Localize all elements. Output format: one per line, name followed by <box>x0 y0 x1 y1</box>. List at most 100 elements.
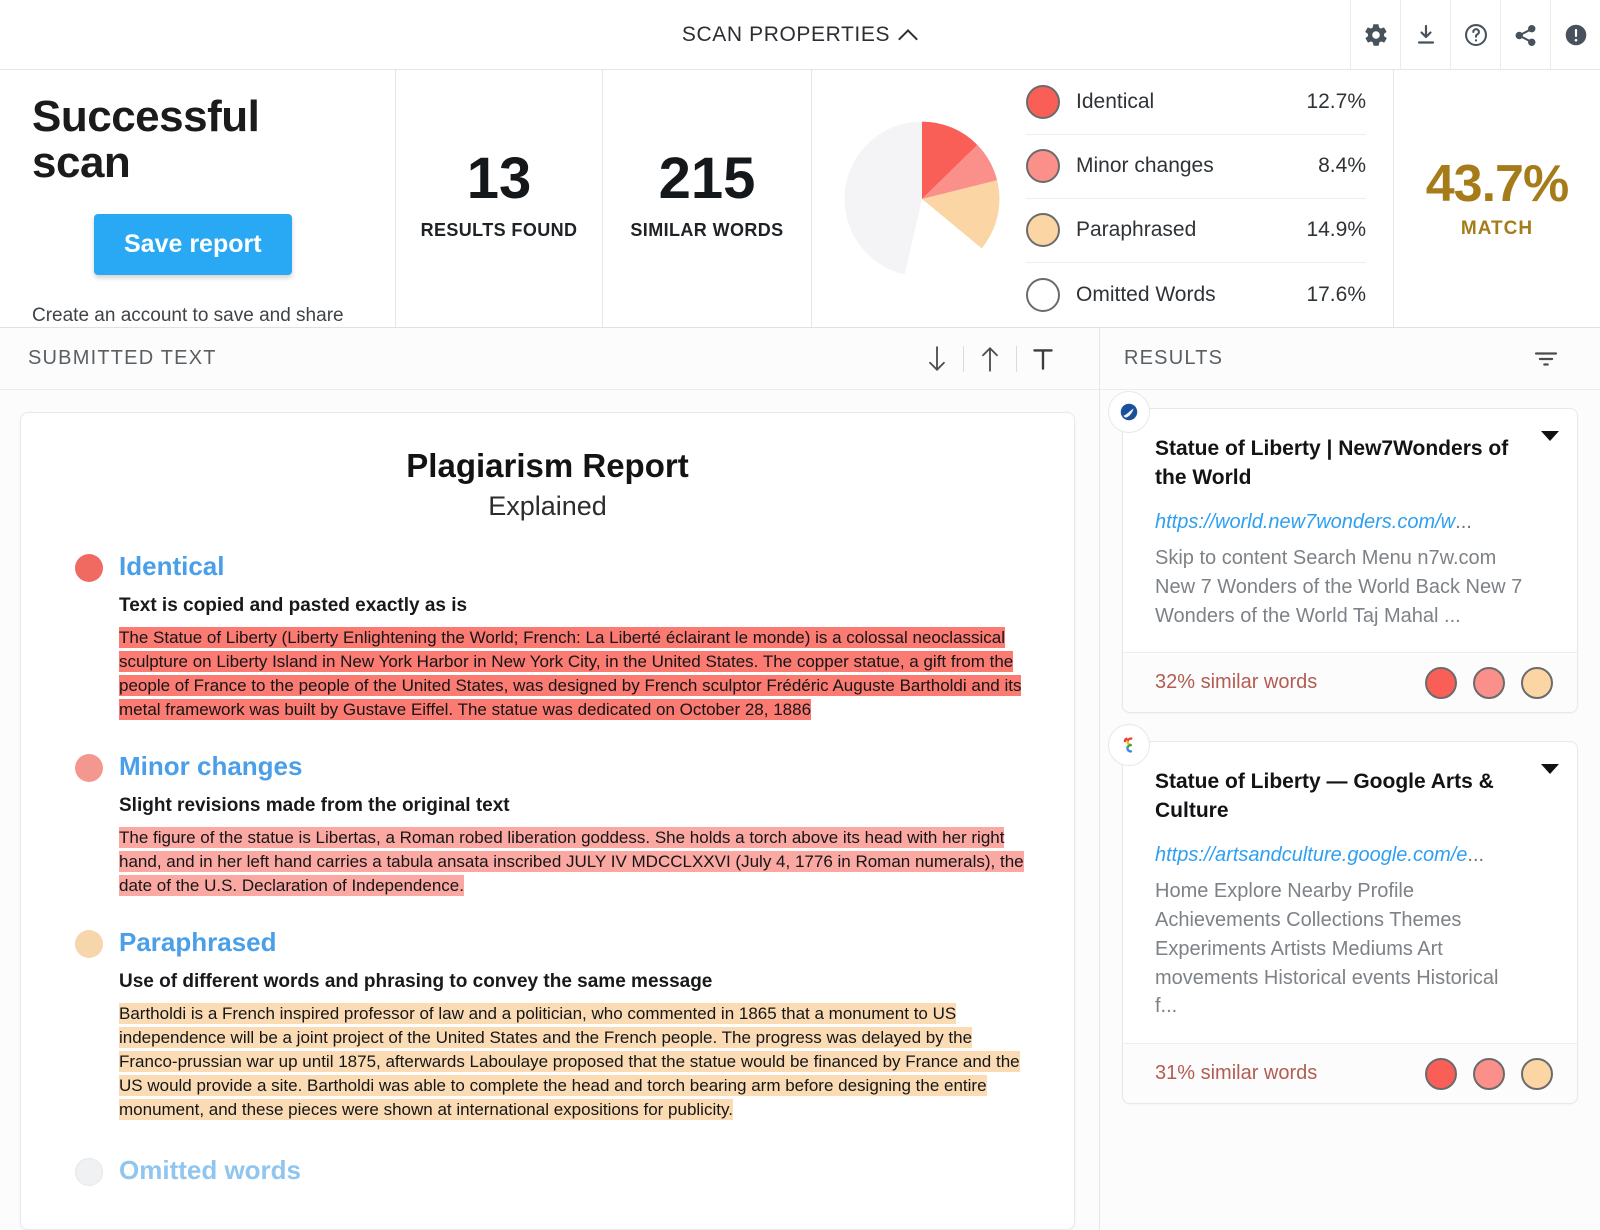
result-similarity: 32% similar words <box>1155 671 1318 694</box>
result-url[interactable]: https://world.new7wonders.com/w... <box>1155 510 1525 534</box>
result-dot-identical <box>1425 666 1457 699</box>
result-category-dots <box>1425 666 1553 699</box>
arrow-down-icon[interactable] <box>911 338 963 380</box>
arrow-up-icon[interactable] <box>964 338 1016 380</box>
create-account-note: Create an account to save and share <box>32 305 344 327</box>
section-body-identical: The Statue of Liberty (Liberty Enlighten… <box>119 626 1024 723</box>
section-paraphrased: Paraphrased Use of different words and p… <box>71 928 1024 1122</box>
save-report-button[interactable]: Save report <box>94 214 292 276</box>
section-heading-paraphrased: Paraphrased <box>119 927 277 958</box>
submitted-text-pane: SUBMITTED TEXT Plagiarism Report Explain… <box>0 328 1100 1230</box>
section-dot-minor-changes <box>75 754 103 783</box>
breakdown-chart-cell: Identical 12.7% Minor changes 8.4% Parap… <box>812 70 1394 327</box>
legend-item-paraphrased[interactable]: Paraphrased 14.9% <box>1026 199 1366 263</box>
document-scroll-region[interactable]: Plagiarism Report Explained Identical Te… <box>0 390 1099 1230</box>
section-omitted-words: Omitted words <box>71 1155 1024 1187</box>
result-url-text: https://artsandculture.google.com/e <box>1155 844 1468 867</box>
result-category-dots <box>1425 1057 1553 1090</box>
legend-label-minor-changes: Minor changes <box>1076 154 1214 177</box>
topbar-icon-group <box>1350 0 1600 70</box>
result-url-ellipsis: ... <box>1455 510 1472 533</box>
legend-label-paraphrased: Paraphrased <box>1076 218 1197 241</box>
results-found-label: RESULTS FOUND <box>420 220 578 240</box>
result-snippet: Home Explore Nearby Profile Achievements… <box>1155 880 1499 1018</box>
expand-caret-icon[interactable] <box>1541 431 1559 441</box>
scan-summary: Successful scan Save report Create an ac… <box>0 70 1600 328</box>
section-identical: Identical Text is copied and pasted exac… <box>71 552 1024 722</box>
section-heading-omitted-words: Omitted words <box>119 1155 302 1186</box>
similar-words-value: 215 <box>658 146 756 211</box>
legend-value-omitted-words: 17.6% <box>1306 282 1366 306</box>
info-circle-icon[interactable] <box>1550 0 1600 70</box>
legend-item-omitted-words[interactable]: Omitted Words 17.6% <box>1026 263 1366 327</box>
result-card-footer: 31% similar words <box>1123 1043 1577 1104</box>
similar-words-cell: 215 SIMILAR WORDS <box>603 70 812 327</box>
help-circle-icon[interactable] <box>1450 0 1500 70</box>
chart-legend: Identical 12.7% Minor changes 8.4% Parap… <box>1026 71 1366 327</box>
section-description-paraphrased: Use of different words and phrasing to c… <box>119 970 713 992</box>
results-header: RESULTS <box>1100 328 1600 390</box>
legend-value-minor-changes: 8.4% <box>1318 154 1366 177</box>
scan-properties-bar: SCAN PROPERTIES <box>0 0 1600 70</box>
result-title[interactable]: Statue of Liberty | New7Wonders of the W… <box>1155 435 1525 493</box>
result-card[interactable]: Statue of Liberty | New7Wonders of the W… <box>1108 391 1578 714</box>
result-snippet: Skip to content Search Menu n7w.com New … <box>1155 546 1523 627</box>
share-icon[interactable] <box>1500 0 1550 70</box>
section-heading-minor-changes: Minor changes <box>119 751 303 782</box>
submitted-text-toolbar <box>911 338 1069 380</box>
highlighted-text-identical: The Statue of Liberty (Liberty Enlighten… <box>119 626 1022 720</box>
new7wonders-globe-icon <box>1108 391 1150 433</box>
pie-chart-svg <box>844 121 1000 276</box>
section-heading-identical: Identical <box>119 551 225 581</box>
scan-properties-label: SCAN PROPERTIES <box>681 22 891 46</box>
legend-value-identical: 12.7% <box>1306 90 1366 113</box>
results-title: RESULTS <box>1124 347 1224 369</box>
document-subtitle: Explained <box>488 491 607 521</box>
result-similarity: 31% similar words <box>1155 1062 1318 1085</box>
legend-value-paraphrased: 14.9% <box>1306 218 1366 241</box>
result-url-text: https://world.new7wonders.com/w <box>1155 510 1456 533</box>
result-title[interactable]: Statue of Liberty — Google Arts & Cultur… <box>1155 768 1525 826</box>
download-icon[interactable] <box>1400 0 1450 70</box>
legend-label-identical: Identical <box>1076 90 1155 113</box>
result-dot-paraphrased <box>1521 666 1553 699</box>
section-body-minor-changes: The figure of the statue is Libertas, a … <box>119 826 1024 898</box>
total-match-value: 43.7% <box>1425 154 1569 213</box>
result-url-ellipsis: ... <box>1467 844 1485 867</box>
filter-icon[interactable] <box>1520 338 1572 380</box>
legend-dot-minor-changes <box>1026 149 1060 183</box>
result-dot-identical <box>1425 1057 1457 1090</box>
legend-label-omitted-words: Omitted Words <box>1076 282 1216 306</box>
result-card[interactable]: Statue of Liberty — Google Arts & Cultur… <box>1108 724 1578 1105</box>
main-area: SUBMITTED TEXT Plagiarism Report Explain… <box>0 328 1600 1230</box>
section-body-paraphrased: Bartholdi is a French inspired professor… <box>119 1002 1024 1123</box>
total-match-label: MATCH <box>1460 217 1534 239</box>
scan-status-title: Successful scan <box>32 92 260 188</box>
legend-item-minor-changes[interactable]: Minor changes 8.4% <box>1026 135 1366 199</box>
results-list[interactable]: Statue of Liberty | New7Wonders of the W… <box>1100 390 1600 1230</box>
document-title: Plagiarism Report <box>406 447 689 484</box>
result-card-body: Statue of Liberty | New7Wonders of the W… <box>1123 409 1577 652</box>
results-pane: RESULTS Statue of Liberty | New7Wonders … <box>1100 328 1600 1230</box>
legend-dot-identical <box>1026 85 1060 119</box>
total-match-cell: 43.7% MATCH <box>1394 70 1600 327</box>
scan-status-cell: Successful scan Save report Create an ac… <box>0 70 396 327</box>
section-dot-paraphrased <box>75 930 103 959</box>
expand-caret-icon[interactable] <box>1541 764 1559 775</box>
scan-properties-toggle[interactable]: SCAN PROPERTIES <box>682 23 918 47</box>
legend-item-identical[interactable]: Identical 12.7% <box>1026 71 1366 135</box>
chevron-up-icon[interactable] <box>900 26 918 44</box>
results-found-cell: 13 RESULTS FOUND <box>396 70 603 327</box>
submitted-text-header: SUBMITTED TEXT <box>0 328 1099 390</box>
section-description-identical: Text is copied and pasted exactly as is <box>119 594 468 616</box>
text-format-icon[interactable] <box>1017 338 1069 380</box>
document-card: Plagiarism Report Explained Identical Te… <box>20 412 1075 1230</box>
highlighted-text-paraphrased: Bartholdi is a French inspired professor… <box>119 1002 1020 1121</box>
result-dot-minor-changes <box>1473 666 1505 699</box>
result-url[interactable]: https://artsandculture.google.com/e... <box>1155 843 1525 867</box>
pie-chart <box>834 113 1010 285</box>
highlighted-text-minor-changes: The figure of the statue is Libertas, a … <box>119 826 1024 896</box>
gear-icon[interactable] <box>1350 0 1400 70</box>
section-dot-identical <box>75 554 103 582</box>
results-found-value: 13 <box>466 146 532 211</box>
